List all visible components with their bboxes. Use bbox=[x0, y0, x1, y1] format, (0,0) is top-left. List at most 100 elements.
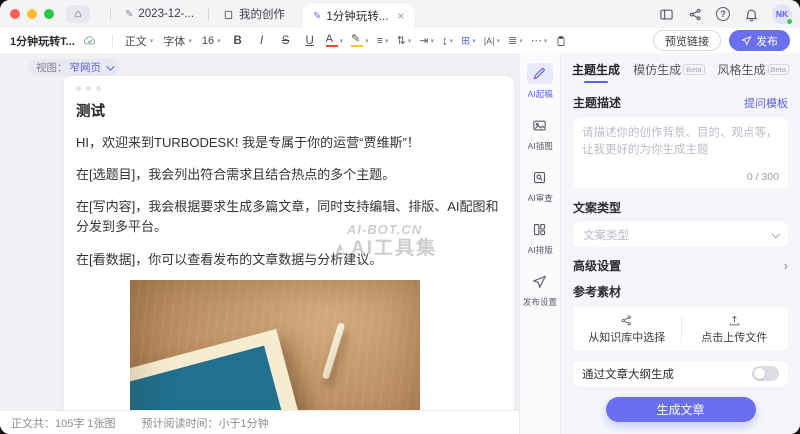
paragraph-spacing-dropdown[interactable]: ↨▾ bbox=[442, 35, 453, 47]
highlight-color-swatch bbox=[351, 45, 363, 48]
caret-icon: ▾ bbox=[365, 37, 369, 45]
copy-type-select[interactable]: 文案类型 bbox=[573, 222, 788, 247]
more-tools-dropdown[interactable]: ⋯▾ bbox=[531, 34, 548, 47]
status-bar: 正文共：105字 1张图 预计阅读时间：小于1分钟 bbox=[0, 410, 519, 434]
paragraph-style-dropdown[interactable]: 正文▾ bbox=[125, 33, 154, 49]
tab-imitation-generation[interactable]: 模仿生成Beta bbox=[633, 61, 704, 78]
rail-item-ai-review[interactable]: AI审查 bbox=[527, 167, 554, 204]
image-icon bbox=[527, 115, 553, 136]
generation-tabs: 主题生成 模仿生成Beta 风格生成Beta bbox=[573, 61, 788, 80]
document-paragraph[interactable]: 在[看数据]，你可以查看发布的文章数据与分析建议。 bbox=[64, 250, 514, 270]
tab-recent-doc[interactable]: ✎ 2023-12-... bbox=[121, 0, 198, 28]
document-paragraph[interactable]: 在[选题目]，我会列出符合需求且结合热点的多个主题。 bbox=[64, 165, 514, 185]
indent-icon: ⇥ bbox=[419, 34, 428, 47]
pencil-icon: ✎ bbox=[125, 9, 133, 20]
chevron-right-icon: › bbox=[784, 259, 788, 272]
highlight-color-button[interactable]: ✎ ▾ bbox=[351, 34, 369, 48]
list-icon: ≣ bbox=[508, 34, 517, 47]
upload-icon bbox=[728, 314, 741, 327]
document-paragraph[interactable]: HI，欢迎来到TURBODESK! 我是专属于你的运营“贾维斯”！ bbox=[64, 133, 514, 153]
pencil-icon: ✎ bbox=[313, 11, 321, 22]
rail-item-ai-illustration[interactable]: AI插图 bbox=[527, 115, 554, 152]
letter-spacing-icon: |A| bbox=[484, 36, 495, 46]
read-time: 预计阅读时间：小于1分钟 bbox=[142, 415, 269, 431]
inline-image-start-card[interactable]: Start. bbox=[130, 280, 420, 410]
document-heading[interactable]: 测试 bbox=[64, 91, 514, 121]
line-height-dropdown[interactable]: ⇅▾ bbox=[397, 34, 412, 47]
beta-badge: Beta bbox=[683, 64, 704, 75]
beta-badge: Beta bbox=[768, 64, 789, 75]
font-family-dropdown[interactable]: 字体▾ bbox=[163, 33, 192, 49]
reference-source-card: 从知识库中选择 点击上传文件 bbox=[573, 307, 788, 351]
layout-icon bbox=[527, 219, 553, 240]
font-size-dropdown[interactable]: 16▾ bbox=[202, 35, 221, 47]
tab-topic-generation[interactable]: 主题生成 bbox=[572, 61, 620, 78]
topic-description-label: 主题描述 bbox=[573, 94, 621, 111]
insert-block-dropdown[interactable]: ⊞▾ bbox=[461, 34, 476, 47]
publish-button[interactable]: 发布 bbox=[729, 30, 790, 51]
user-avatar[interactable]: NK bbox=[772, 4, 792, 24]
rail-item-ai-layout[interactable]: AI排版 bbox=[527, 219, 554, 256]
clipboard-icon bbox=[555, 35, 567, 47]
online-status-dot bbox=[786, 18, 793, 25]
indent-dropdown[interactable]: ⇥▾ bbox=[419, 34, 434, 47]
underline-button[interactable]: U bbox=[302, 35, 318, 47]
caret-icon: ▾ bbox=[340, 37, 344, 45]
upload-file-button[interactable]: 点击上传文件 bbox=[681, 307, 789, 351]
paper-plane-icon bbox=[527, 271, 553, 292]
rail-item-ai-draft[interactable]: AI起稿 bbox=[527, 63, 554, 100]
prompt-template-link[interactable]: 提问模板 bbox=[744, 95, 788, 111]
advanced-settings-row[interactable]: 高级设置 › bbox=[573, 258, 788, 272]
tab-style-generation[interactable]: 风格生成Beta bbox=[718, 61, 789, 78]
document-title[interactable]: 1分钟玩转T... bbox=[10, 33, 75, 49]
traffic-lights bbox=[10, 9, 54, 19]
rail-item-publish-settings[interactable]: 发布设置 bbox=[522, 271, 558, 308]
format-toolbar: 1分钟玩转T... 正文▾ 字体▾ 16▾ B I S U A ▾ ✎ ▾ ≡▾… bbox=[0, 28, 800, 53]
outline-toggle-switch[interactable] bbox=[752, 366, 779, 381]
preview-link-button[interactable]: 预览链接 bbox=[653, 30, 721, 51]
cloud-sync-icon bbox=[83, 34, 97, 48]
editor-canvas: 视图： 窄网页 测试 HI，欢迎来到TURBODESK! 我是专属于你的运营“贾… bbox=[0, 53, 519, 410]
close-tab-icon[interactable]: × bbox=[397, 9, 404, 23]
select-from-knowledge-base-button[interactable]: 从知识库中选择 bbox=[573, 307, 681, 351]
format-painter-button[interactable] bbox=[555, 35, 567, 47]
tab-label: 1分钟玩转... bbox=[326, 8, 388, 24]
view-mode-selector[interactable]: 视图： 窄网页 bbox=[28, 59, 120, 76]
zoom-window-button[interactable] bbox=[44, 9, 54, 19]
home-button[interactable]: ⌂ bbox=[66, 5, 90, 23]
caret-icon: ▾ bbox=[150, 37, 154, 45]
bold-button[interactable]: B bbox=[230, 35, 246, 47]
letter-spacing-dropdown[interactable]: |A|▾ bbox=[484, 36, 500, 46]
pencil-icon bbox=[527, 63, 553, 84]
tab-label: 2023-12-... bbox=[138, 8, 194, 20]
topic-description-input[interactable] bbox=[582, 125, 779, 172]
reference-material-label: 参考素材 bbox=[573, 283, 788, 300]
line-height-icon: ⇅ bbox=[397, 34, 406, 47]
sidebar-toggle-icon[interactable] bbox=[658, 6, 674, 22]
document-page[interactable]: 测试 HI，欢迎来到TURBODESK! 我是专属于你的运营“贾维斯”！ 在[选… bbox=[64, 76, 514, 410]
font-color-button[interactable]: A ▾ bbox=[326, 34, 344, 48]
generate-article-button[interactable]: 生成文章 bbox=[606, 397, 756, 422]
document-paragraph[interactable]: 在[写内容]，我会根据要求生成多篇文章，同时支持编辑、排版、AI配图和分发到多平… bbox=[64, 197, 514, 237]
align-dropdown[interactable]: ≡▾ bbox=[377, 35, 389, 47]
close-window-button[interactable] bbox=[10, 9, 20, 19]
strikethrough-button[interactable]: S bbox=[278, 35, 294, 47]
paragraph-spacing-icon: ↨ bbox=[442, 35, 448, 47]
chevron-down-icon bbox=[771, 230, 779, 238]
photo-start-text: Start. bbox=[158, 402, 257, 410]
chevron-down-icon bbox=[106, 62, 114, 70]
share-icon[interactable] bbox=[687, 6, 703, 22]
photo-note-card: Start. bbox=[130, 329, 318, 410]
word-count: 正文共：105字 1张图 bbox=[11, 415, 116, 431]
char-counter: 0 / 300 bbox=[747, 171, 779, 183]
copy-icon bbox=[223, 9, 234, 20]
help-icon[interactable]: ? bbox=[716, 7, 730, 21]
tab-current-doc[interactable]: ✎ 1分钟玩转... × bbox=[303, 4, 414, 28]
caret-icon: ▾ bbox=[217, 37, 221, 45]
tab-my-creations[interactable]: 我的创作 bbox=[219, 0, 289, 28]
list-dropdown[interactable]: ≣▾ bbox=[508, 34, 523, 47]
minimize-window-button[interactable] bbox=[27, 9, 37, 19]
notifications-bell-icon[interactable] bbox=[743, 6, 759, 22]
italic-button[interactable]: I bbox=[254, 35, 270, 47]
outline-generation-row: 通过文章大纲生成 bbox=[573, 361, 788, 386]
